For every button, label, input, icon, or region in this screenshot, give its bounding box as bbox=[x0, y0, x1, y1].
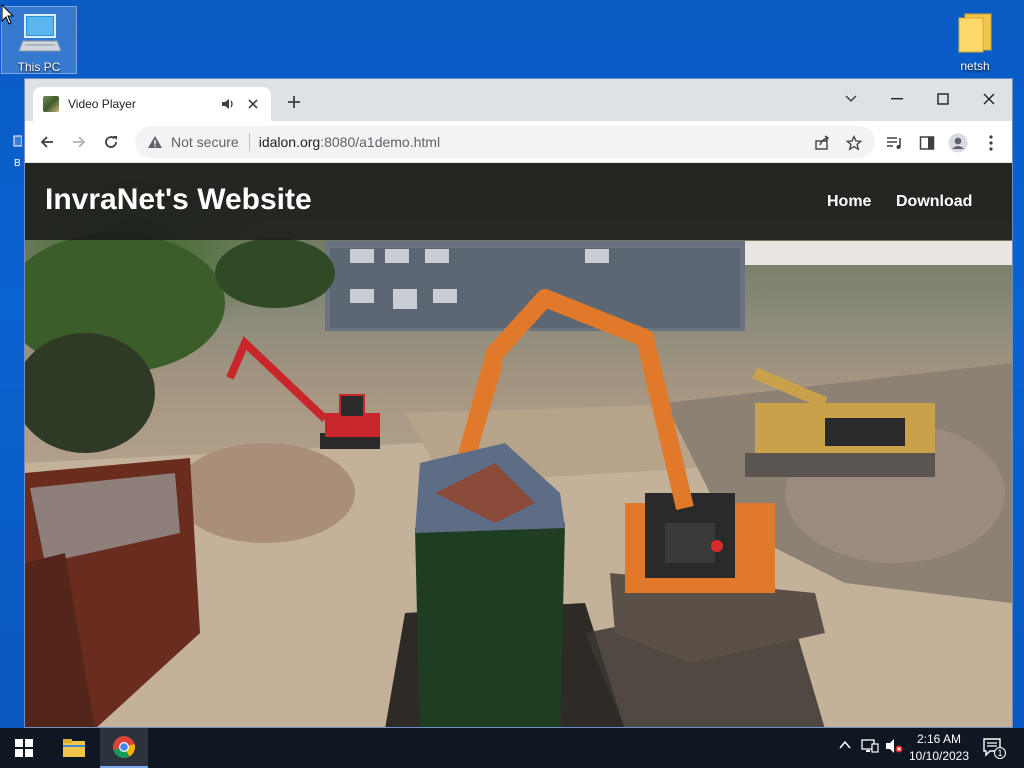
file-explorer-icon bbox=[63, 739, 85, 757]
side-panel-icon[interactable] bbox=[916, 132, 938, 154]
url-path: :8080/a1demo.html bbox=[320, 134, 441, 150]
warning-icon[interactable] bbox=[147, 135, 163, 149]
desktop-icon-label: netsh bbox=[960, 59, 990, 73]
start-button[interactable] bbox=[0, 728, 48, 768]
network-icon[interactable] bbox=[861, 738, 879, 759]
system-clock[interactable]: 2:16 AM 10/10/2023 bbox=[906, 731, 972, 765]
media-control-icon[interactable] bbox=[884, 132, 906, 154]
tab-title: Video Player bbox=[68, 97, 136, 111]
maximize-icon[interactable] bbox=[929, 85, 957, 113]
new-tab-icon[interactable] bbox=[286, 94, 302, 110]
tab-search-icon[interactable] bbox=[837, 85, 865, 113]
back-icon[interactable] bbox=[37, 132, 57, 152]
tab-video-player[interactable]: Video Player bbox=[33, 87, 271, 121]
reload-icon[interactable] bbox=[101, 132, 121, 152]
windows-logo-icon bbox=[15, 739, 33, 757]
address-divider bbox=[248, 133, 250, 151]
not-secure-label[interactable]: Not secure bbox=[171, 134, 239, 150]
nav-link-home[interactable]: Home bbox=[827, 193, 871, 211]
page-content: InvraNet's Website Home Download bbox=[25, 163, 1012, 727]
close-window-icon[interactable] bbox=[975, 85, 1003, 113]
address-bar[interactable]: Not secure idalon.org :8080/a1demo.html bbox=[135, 126, 875, 158]
nav-link-download[interactable]: Download bbox=[896, 193, 972, 211]
favicon-icon bbox=[43, 96, 59, 112]
desktop-icon-netsh[interactable]: netsh bbox=[937, 6, 1013, 74]
chrome-icon bbox=[113, 736, 135, 758]
desktop-icon-label: B bbox=[14, 158, 21, 169]
taskbar: 2:16 AM 10/10/2023 1 bbox=[0, 728, 1024, 768]
folder-icon bbox=[958, 13, 992, 53]
tray-chevron-icon[interactable] bbox=[838, 738, 852, 757]
desktop-icon-label: This PC bbox=[17, 60, 61, 74]
computer-icon bbox=[18, 14, 62, 52]
kebab-menu-icon[interactable] bbox=[980, 132, 1002, 154]
url-host: idalon.org bbox=[258, 134, 321, 150]
volume-muted-icon[interactable] bbox=[885, 738, 903, 759]
bookmark-star-icon[interactable] bbox=[843, 132, 865, 154]
profile-avatar-icon[interactable] bbox=[947, 132, 969, 154]
construction-scene-image bbox=[25, 233, 1012, 727]
file-explorer-button[interactable] bbox=[50, 728, 98, 768]
speaker-icon[interactable] bbox=[221, 97, 235, 111]
tab-strip: Video Player bbox=[25, 79, 1012, 121]
browser-toolbar: Not secure idalon.org :8080/a1demo.html bbox=[25, 121, 1012, 163]
notification-count-badge: 1 bbox=[994, 747, 1006, 759]
clock-time: 2:16 AM bbox=[916, 732, 962, 746]
site-title: InvraNet's Website bbox=[45, 183, 312, 216]
mouse-pointer-icon bbox=[1, 4, 15, 25]
browser-window: Video Player Not secure idalon.org:8080… bbox=[24, 78, 1013, 728]
forward-icon[interactable] bbox=[69, 132, 89, 152]
site-header: InvraNet's Website Home Download bbox=[25, 163, 1012, 240]
clock-date: 10/10/2023 bbox=[908, 749, 970, 763]
shortcut-icon bbox=[13, 135, 23, 147]
partial-desktop-icon[interactable]: B bbox=[12, 124, 24, 172]
close-tab-icon[interactable] bbox=[245, 96, 261, 112]
chrome-taskbar-button[interactable] bbox=[100, 728, 148, 768]
notifications-icon[interactable]: 1 bbox=[982, 737, 1006, 764]
minimize-icon[interactable] bbox=[883, 85, 911, 113]
background-video[interactable] bbox=[25, 163, 1012, 727]
share-icon[interactable] bbox=[811, 132, 833, 154]
